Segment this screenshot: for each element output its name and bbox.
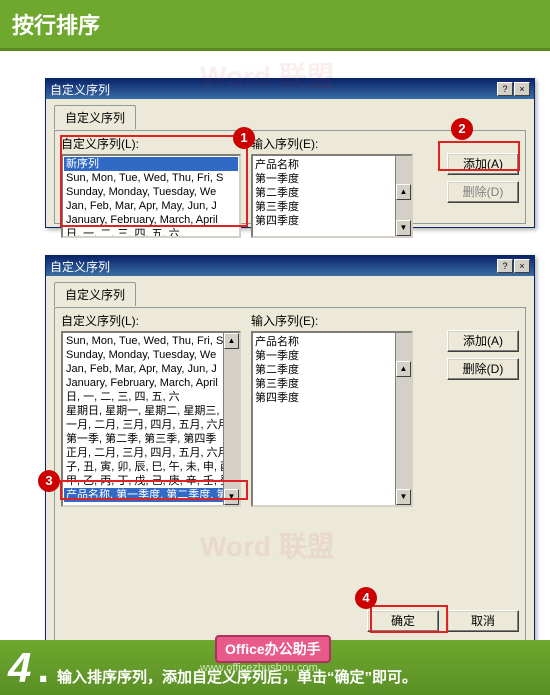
entry-textarea[interactable]: 产品名称 第一季度 第二季度 第三季度 第四季度 ▲ ▼ <box>251 331 413 507</box>
list-item[interactable]: Sun, Mon, Tue, Wed, Thu, Fri, S <box>64 334 238 348</box>
help-icon[interactable]: ? <box>497 259 513 273</box>
scroll-down-icon[interactable]: ▼ <box>224 489 239 505</box>
custom-list-dialog-2: 自定义序列 ? × 自定义序列 自定义序列(L): Sun, Mon, Tue,… <box>45 255 535 645</box>
list-item[interactable]: 产品名称, 第一季度, 第二季度, 第 <box>64 488 238 502</box>
list-item[interactable]: 星期日, 星期一, 星期二, 星期三, <box>64 404 238 418</box>
list-item[interactable]: Jan, Feb, Mar, Apr, May, Jun, J <box>64 362 238 376</box>
list-item[interactable]: Sun, Mon, Tue, Wed, Thu, Fri, S <box>64 171 238 185</box>
scroll-up-icon[interactable]: ▲ <box>396 361 411 377</box>
close-icon[interactable]: × <box>514 259 530 273</box>
entry-textarea[interactable]: 产品名称 第一季度 第二季度 第三季度 第四季度 ▲ ▼ <box>251 154 413 238</box>
list-item[interactable]: 第一季, 第二季, 第三季, 第四季 <box>64 432 238 446</box>
dialog-title: 自定义序列 <box>50 258 110 275</box>
titlebar: 自定义序列 ? × <box>46 256 534 276</box>
left-list-label: 自定义序列(L): <box>61 312 241 329</box>
delete-button[interactable]: 删除(D) <box>447 358 519 380</box>
step-badge: 2 <box>451 118 473 140</box>
list-item[interactable]: 正月, 二月, 三月, 四月, 五月, 六月 <box>64 446 238 460</box>
entry-label: 输入序列(E): <box>251 312 413 329</box>
step-number: 4 <box>8 644 31 692</box>
list-item[interactable]: 日, 一, 二, 三, 四, 五, 六 <box>64 227 238 238</box>
list-item[interactable]: January, February, March, April <box>64 376 238 390</box>
step-badge: 3 <box>38 470 60 492</box>
tab-custom-list[interactable]: 自定义序列 <box>54 105 136 129</box>
titlebar: 自定义序列 ? × <box>46 79 534 99</box>
list-item[interactable]: Sunday, Monday, Tuesday, We <box>64 185 238 199</box>
scroll-up-icon[interactable]: ▲ <box>396 184 411 200</box>
list-item[interactable]: Sunday, Monday, Tuesday, We <box>64 348 238 362</box>
tab-custom-list[interactable]: 自定义序列 <box>54 282 136 306</box>
scroll-down-icon[interactable]: ▼ <box>396 220 411 236</box>
close-icon[interactable]: × <box>514 82 530 96</box>
help-icon[interactable]: ? <box>497 82 513 96</box>
brand-url: www.officezhushou.com <box>200 662 318 674</box>
list-item[interactable]: Jan, Feb, Mar, Apr, May, Jun, J <box>64 199 238 213</box>
list-item[interactable]: 子, 丑, 寅, 卯, 辰, 巳, 午, 未, 申, 酉 <box>64 460 238 474</box>
step-dot: . <box>37 644 49 692</box>
left-list-label: 自定义序列(L): <box>61 135 241 152</box>
ok-button[interactable]: 确定 <box>367 610 439 632</box>
footer-banner: 4 . Office办公助手 www.officezhushou.com 输入排… <box>0 640 550 695</box>
custom-list-box[interactable]: Sun, Mon, Tue, Wed, Thu, Fri, S Sunday, … <box>61 331 241 507</box>
custom-list-dialog-1: 自定义序列 ? × 自定义序列 自定义序列(L): 新序列 Sun, Mon, … <box>45 78 535 228</box>
add-button[interactable]: 添加(A) <box>447 153 519 175</box>
scroll-up-icon[interactable]: ▲ <box>224 333 239 349</box>
list-item[interactable]: January, February, March, April <box>64 213 238 227</box>
list-item[interactable]: 日, 一, 二, 三, 四, 五, 六 <box>64 390 238 404</box>
brand-badge: Office办公助手 <box>215 635 331 663</box>
entry-label: 输入序列(E): <box>251 135 413 152</box>
scroll-down-icon[interactable]: ▼ <box>396 489 411 505</box>
step-badge: 1 <box>233 127 255 149</box>
list-item[interactable]: 新序列 <box>64 157 238 171</box>
dialog-title: 自定义序列 <box>50 81 110 98</box>
delete-button: 删除(D) <box>447 181 519 203</box>
add-button[interactable]: 添加(A) <box>447 330 519 352</box>
list-item[interactable]: 一月, 二月, 三月, 四月, 五月, 六月 <box>64 418 238 432</box>
step-badge: 4 <box>355 587 377 609</box>
list-item[interactable]: 甲, 乙, 丙, 丁, 戊, 己, 庚, 辛, 壬, 癸 <box>64 474 238 488</box>
custom-list-box[interactable]: 新序列 Sun, Mon, Tue, Wed, Thu, Fri, S Sund… <box>61 154 241 238</box>
page-title: 按行排序 <box>0 0 550 51</box>
cancel-button[interactable]: 取消 <box>447 610 519 632</box>
